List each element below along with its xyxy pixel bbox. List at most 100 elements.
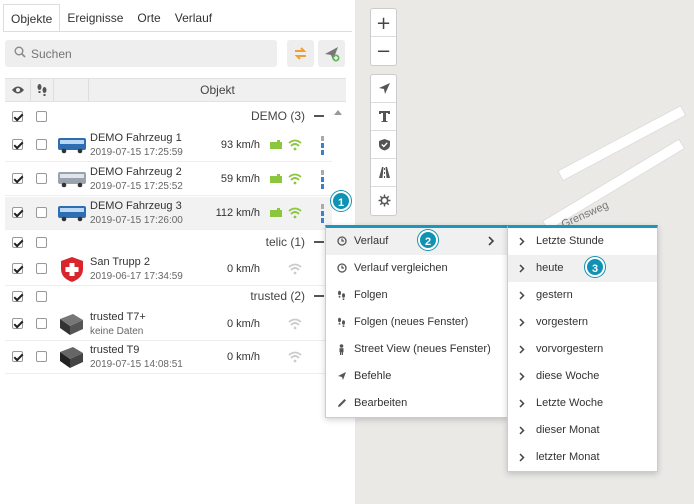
submenu-item-label: vorvorgestern <box>536 343 604 355</box>
tab-orte[interactable]: Orte <box>130 4 167 32</box>
table-row[interactable]: DEMO Fahrzeug 1 2019-07-15 17:25:59 93 k… <box>5 129 332 162</box>
swiss-cross-shield-icon <box>61 257 83 282</box>
menu-item-label: Folgen (neues Fenster) <box>354 316 469 328</box>
table-row[interactable]: trusted T9 2019-07-15 14:08:51 0 km/h <box>5 341 332 374</box>
step-badge-2: 2 <box>418 230 438 250</box>
navigation-arrow-icon <box>379 83 390 94</box>
follow-checkbox[interactable] <box>36 351 47 362</box>
chevron-right-icon <box>519 345 525 354</box>
table-row[interactable]: trusted T7+ keine Daten 0 km/h <box>5 308 332 341</box>
shield-tool-button[interactable] <box>371 131 396 159</box>
vehicle-date: 2019-07-15 17:25:52 <box>90 181 183 192</box>
group-row[interactable]: DEMO (3) <box>5 104 332 128</box>
zoom-in-button[interactable]: + <box>371 9 396 37</box>
search-icon <box>14 46 26 58</box>
group-visibility-checkbox[interactable] <box>12 237 23 248</box>
step-badge-3: 3 <box>585 257 605 277</box>
menu-item-folgen[interactable]: Folgen <box>326 282 507 309</box>
collapse-icon[interactable] <box>314 295 324 297</box>
submenu-item-diese-woche[interactable]: diese Woche <box>508 363 657 390</box>
submenu-item-letzte-woche[interactable]: Letzte Woche <box>508 390 657 417</box>
follow-checkbox[interactable] <box>36 207 47 218</box>
settings-tool-button[interactable] <box>371 187 396 215</box>
visibility-column[interactable] <box>5 79 31 101</box>
submenu-item-vorvorgestern[interactable]: vorvorgestern <box>508 336 657 363</box>
submenu-item-letzte-stunde[interactable]: Letzte Stunde <box>508 228 657 255</box>
visibility-checkbox[interactable] <box>12 173 23 184</box>
vehicle-name: DEMO Fahrzeug 1 <box>90 132 182 144</box>
follow-checkbox[interactable] <box>36 318 47 329</box>
zoom-out-button[interactable]: − <box>371 37 396 65</box>
group-visibility-checkbox[interactable] <box>12 291 23 302</box>
vehicle-name: DEMO Fahrzeug 3 <box>90 200 182 212</box>
add-object-button[interactable] <box>318 40 345 67</box>
text-icon <box>379 111 390 122</box>
locate-button[interactable] <box>371 75 396 103</box>
menu-item-label: Befehle <box>354 370 392 382</box>
table-row[interactable]: DEMO Fahrzeug 2 2019-07-15 17:25:52 59 k… <box>5 163 332 196</box>
plus-icon: + <box>375 13 392 34</box>
submenu-item-letzter-monat[interactable]: letzter Monat <box>508 444 657 471</box>
column-header-objekt[interactable]: Objekt <box>89 83 346 97</box>
submenu-item-gestern[interactable]: gestern <box>508 282 657 309</box>
vehicle-name: trusted T9 <box>90 344 140 356</box>
submenu-item-dieser-monat[interactable]: dieser Monat <box>508 417 657 444</box>
visibility-checkbox[interactable] <box>12 207 23 218</box>
thumb-column <box>54 79 89 101</box>
search-input[interactable] <box>31 45 271 62</box>
menu-item-verlauf[interactable]: Verlauf <box>326 228 507 255</box>
map-toolbar <box>370 74 397 216</box>
vehicle-name: San Trupp 2 <box>90 256 150 268</box>
road-tool-button[interactable] <box>371 159 396 187</box>
menu-item-street-view[interactable]: Street View (neues Fenster) <box>326 336 507 363</box>
follow-checkbox[interactable] <box>36 173 47 184</box>
group-follow-checkbox[interactable] <box>36 237 47 248</box>
menu-item-befehle[interactable]: Befehle <box>326 363 507 390</box>
visibility-checkbox[interactable] <box>12 318 23 329</box>
signal-icon <box>288 263 302 275</box>
tab-verlauf[interactable]: Verlauf <box>168 4 219 32</box>
visibility-checkbox[interactable] <box>12 263 23 274</box>
signal-icon <box>288 139 302 151</box>
bus-icon <box>58 138 86 154</box>
submenu-item-heute[interactable]: heute <box>508 255 657 282</box>
tab-objekte[interactable]: Objekte <box>3 4 61 32</box>
follow-checkbox[interactable] <box>36 263 47 274</box>
swap-arrows-icon <box>294 47 307 60</box>
collapse-icon[interactable] <box>314 115 324 117</box>
step-badge-1: 1 <box>331 191 351 211</box>
submenu-item-vorgestern[interactable]: vorgestern <box>508 309 657 336</box>
table-row[interactable]: DEMO Fahrzeug 3 2019-07-15 17:26:00 112 … <box>5 197 332 230</box>
collapse-icon[interactable] <box>314 241 324 243</box>
chevron-right-icon <box>519 264 525 273</box>
menu-item-bearbeiten[interactable]: Bearbeiten <box>326 390 507 417</box>
visibility-checkbox[interactable] <box>12 139 23 150</box>
map-road <box>557 104 687 182</box>
road-icon <box>379 167 390 178</box>
tab-bar: Objekte Ereignisse Orte Verlauf <box>3 4 219 32</box>
group-follow-checkbox[interactable] <box>36 291 47 302</box>
signal-icon <box>288 351 302 363</box>
group-row[interactable]: telic (1) <box>5 230 332 254</box>
follow-checkbox[interactable] <box>36 139 47 150</box>
signal-icon <box>288 318 302 330</box>
bus-icon <box>58 206 86 222</box>
menu-item-folgen-neues-fenster[interactable]: Folgen (neues Fenster) <box>326 309 507 336</box>
group-row[interactable]: trusted (2) <box>5 284 332 308</box>
group-visibility-checkbox[interactable] <box>12 111 23 122</box>
visibility-checkbox[interactable] <box>12 351 23 362</box>
text-tool-button[interactable] <box>371 103 396 131</box>
tab-ereignisse[interactable]: Ereignisse <box>60 4 130 32</box>
chevron-right-icon <box>519 453 525 462</box>
follow-column[interactable] <box>31 79 54 101</box>
person-icon <box>339 344 344 355</box>
menu-item-verlauf-vergleichen[interactable]: Verlauf vergleichen <box>326 255 507 282</box>
gear-icon <box>378 194 391 207</box>
sort-button[interactable] <box>287 40 314 67</box>
table-row[interactable]: San Trupp 2 2019-06-17 17:34:59 0 km/h <box>5 253 332 286</box>
add-send-icon <box>325 47 340 62</box>
search-box[interactable] <box>5 40 277 67</box>
scroll-up-icon[interactable] <box>334 110 342 115</box>
group-follow-checkbox[interactable] <box>36 111 47 122</box>
menu-item-label: Street View (neues Fenster) <box>354 343 491 355</box>
